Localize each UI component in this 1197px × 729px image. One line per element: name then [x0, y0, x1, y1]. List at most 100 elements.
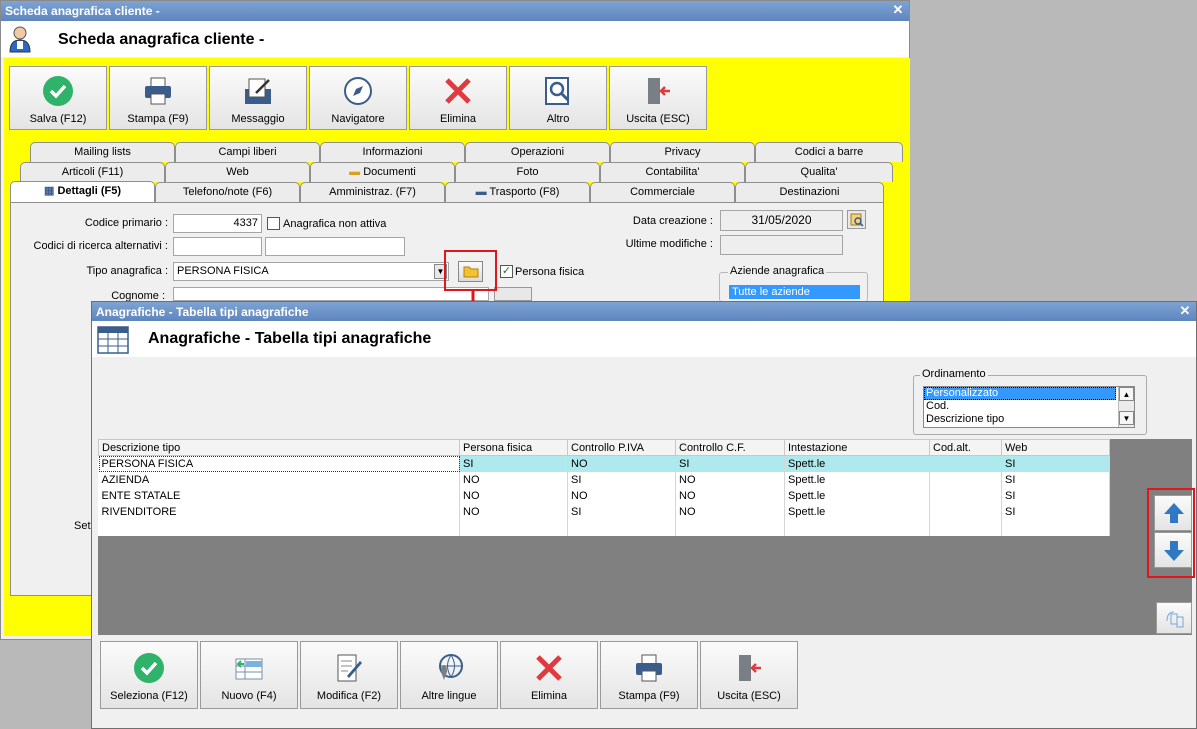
cell-web[interactable]: SI: [1001, 455, 1110, 472]
cell-controllo-piva[interactable]: NO: [567, 487, 676, 504]
navigator-button[interactable]: Navigatore: [309, 66, 407, 130]
calendar-search-button[interactable]: [847, 210, 866, 229]
ordinamento-option-descrizione[interactable]: Descrizione tipo: [924, 413, 1134, 426]
cognome-field[interactable]: [173, 287, 489, 301]
chevron-down-icon[interactable]: ▼: [1119, 411, 1134, 425]
close-icon[interactable]: ✕: [1178, 304, 1192, 318]
cell-controllo-piva[interactable]: NO: [567, 455, 676, 472]
col-cod-alt[interactable]: Cod.alt.: [929, 439, 1002, 456]
cell-controllo-cf[interactable]: NO: [675, 503, 785, 520]
cell-controllo-cf[interactable]: NO: [675, 487, 785, 504]
tab-articoli[interactable]: Articoli (F11): [20, 162, 165, 182]
cell-controllo-cf[interactable]: SI: [675, 455, 785, 472]
tab-codici-a-barre[interactable]: Codici a barre: [755, 142, 903, 162]
cell-web[interactable]: SI: [1001, 471, 1110, 488]
tab-foto[interactable]: Foto: [455, 162, 600, 182]
cell-controllo-piva[interactable]: SI: [567, 471, 676, 488]
grid-icon: ▦: [43, 185, 58, 197]
ordinamento-option-personalizzato[interactable]: Personalizzato: [924, 387, 1116, 400]
cell-persona-fisica[interactable]: SI: [459, 455, 568, 472]
select-button[interactable]: Seleziona (F12): [100, 641, 198, 709]
codice-primario-field[interactable]: 4337: [173, 214, 262, 233]
print-table-button[interactable]: Stampa (F9): [600, 641, 698, 709]
new-button[interactable]: Nuovo (F4): [200, 641, 298, 709]
tab-destinazioni[interactable]: Destinazioni: [735, 182, 884, 202]
cell-descrizione[interactable]: AZIENDA: [98, 471, 460, 488]
cell-persona-fisica[interactable]: NO: [459, 487, 568, 504]
tab-privacy[interactable]: Privacy: [610, 142, 755, 162]
cell-cod-alt[interactable]: [929, 487, 1002, 504]
ordinamento-option-cod[interactable]: Cod.: [924, 400, 1134, 413]
col-persona-fisica[interactable]: Persona fisica: [459, 439, 568, 456]
tab-telefono-note[interactable]: Telefono/note (F6): [155, 182, 300, 202]
cell-intestazione[interactable]: Spett.le: [784, 471, 930, 488]
save-button[interactable]: Salva (F12): [9, 66, 107, 130]
col-web[interactable]: Web: [1001, 439, 1110, 456]
col-controllo-cf[interactable]: Controllo C.F.: [675, 439, 785, 456]
exit-dialog-label: Uscita (ESC): [717, 690, 781, 702]
more-button[interactable]: Altro: [509, 66, 607, 130]
message-button[interactable]: Messaggio: [209, 66, 307, 130]
tab-commerciale[interactable]: Commerciale: [590, 182, 735, 202]
delete-button[interactable]: Elimina: [409, 66, 507, 130]
cell-intestazione[interactable]: Spett.le: [784, 455, 930, 472]
table-row[interactable]: PERSONA FISICA SI NO SI Spett.le SI: [98, 455, 1110, 472]
tab-informazioni[interactable]: Informazioni: [320, 142, 465, 162]
codice-ricerca-2-field[interactable]: [265, 237, 405, 256]
aziende-list-item[interactable]: Tutte le aziende: [729, 285, 860, 299]
table-row[interactable]: AZIENDA NO SI NO Spett.le SI: [98, 471, 1110, 488]
cell-persona-fisica[interactable]: NO: [459, 471, 568, 488]
cell-web[interactable]: SI: [1001, 487, 1110, 504]
chevron-up-icon[interactable]: ▲: [1119, 387, 1134, 401]
swap-button[interactable]: [1156, 602, 1192, 634]
other-languages-button[interactable]: Altre lingue: [400, 641, 498, 709]
cell-descrizione[interactable]: PERSONA FISICA: [98, 455, 460, 472]
cognome-aux-button[interactable]: [494, 287, 532, 301]
col-descrizione[interactable]: Descrizione tipo: [98, 439, 460, 456]
col-intestazione[interactable]: Intestazione: [784, 439, 930, 456]
cell-descrizione[interactable]: ENTE STATALE: [98, 487, 460, 504]
table-row[interactable]: RIVENDITORE NO SI NO Spett.le SI: [98, 503, 1110, 520]
close-icon[interactable]: ✕: [891, 3, 905, 17]
table-row-empty[interactable]: [98, 519, 1110, 536]
cell-cod-alt[interactable]: [929, 455, 1002, 472]
folder-icon: ▬: [349, 166, 364, 178]
tab-mailing-lists[interactable]: Mailing lists: [30, 142, 175, 162]
tab-contabilita[interactable]: Contabilita': [600, 162, 745, 182]
delete-icon: [445, 78, 471, 104]
other-languages-label: Altre lingue: [421, 690, 477, 702]
tipo-anagrafica-label: Tipo anagrafica :: [86, 265, 168, 277]
exit-button[interactable]: Uscita (ESC): [609, 66, 707, 130]
tab-operazioni[interactable]: Operazioni: [465, 142, 610, 162]
cell-intestazione[interactable]: Spett.le: [784, 503, 930, 520]
non-attiva-checkbox[interactable]: [267, 217, 280, 230]
tab-qualita[interactable]: Qualita': [745, 162, 893, 182]
tab-trasporto[interactable]: ▬ Trasporto (F8): [445, 182, 590, 202]
print-button[interactable]: Stampa (F9): [109, 66, 207, 130]
listbox-scrollbar[interactable]: ▲ ▼: [1118, 387, 1134, 427]
cell-persona-fisica[interactable]: NO: [459, 503, 568, 520]
tipo-anagrafica-select[interactable]: PERSONA FISICA ▼: [173, 262, 449, 281]
cell-web[interactable]: SI: [1001, 503, 1110, 520]
delete-type-button[interactable]: Elimina: [500, 641, 598, 709]
tab-amministrazione[interactable]: Amministraz. (F7): [300, 182, 445, 202]
tab-campi-liberi[interactable]: Campi liberi: [175, 142, 320, 162]
data-creazione-label: Data creazione :: [632, 215, 713, 227]
cell-cod-alt[interactable]: [929, 471, 1002, 488]
persona-fisica-checkbox[interactable]: ✓: [500, 265, 513, 278]
tab-dettagli[interactable]: ▦ Dettagli (F5): [10, 181, 155, 202]
cell-controllo-cf[interactable]: NO: [675, 471, 785, 488]
col-controllo-piva[interactable]: Controllo P.IVA: [567, 439, 676, 456]
ordinamento-listbox[interactable]: Personalizzato Cod. Descrizione tipo ▲ ▼: [923, 386, 1135, 428]
cell-descrizione[interactable]: RIVENDITORE: [98, 503, 460, 520]
codice-ricerca-1-field[interactable]: [173, 237, 262, 256]
cell-cod-alt[interactable]: [929, 503, 1002, 520]
tab-web[interactable]: Web: [165, 162, 310, 182]
search-icon: [850, 213, 864, 227]
cell-intestazione[interactable]: Spett.le: [784, 487, 930, 504]
exit-dialog-button[interactable]: Uscita (ESC): [700, 641, 798, 709]
cell-controllo-piva[interactable]: SI: [567, 503, 676, 520]
edit-button[interactable]: Modifica (F2): [300, 641, 398, 709]
table-row[interactable]: ENTE STATALE NO NO NO Spett.le SI: [98, 487, 1110, 504]
tab-documenti[interactable]: ▬ Documenti: [310, 162, 455, 182]
